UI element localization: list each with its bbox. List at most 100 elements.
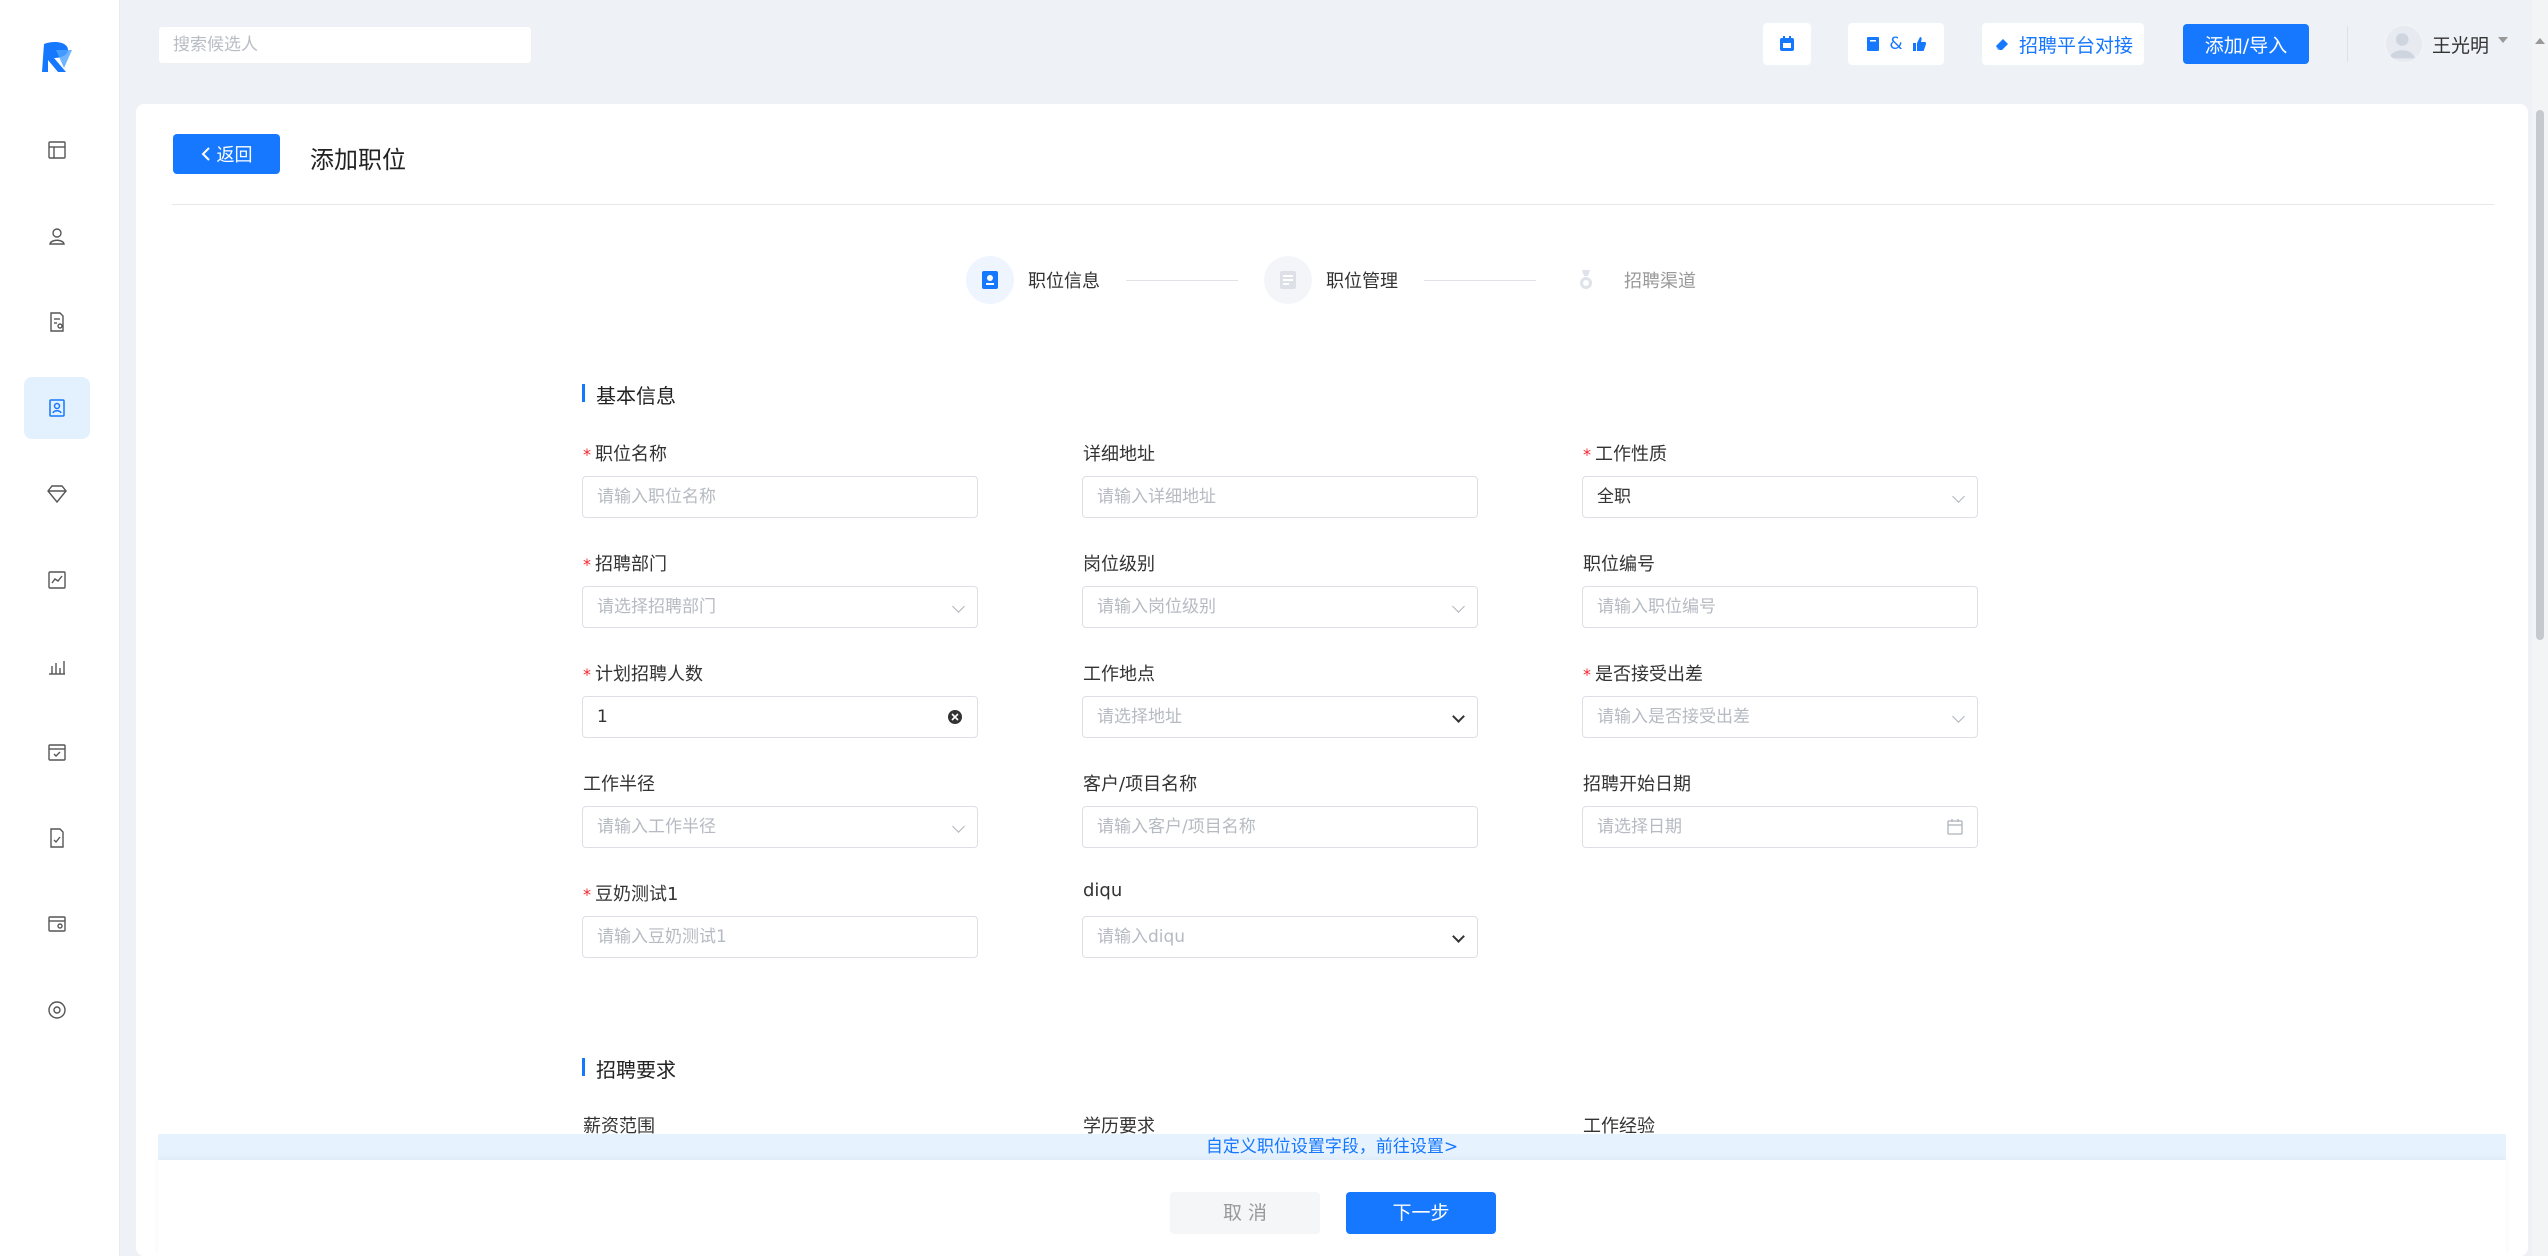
- bar-chart-icon: [49, 661, 65, 675]
- field-label: 客户/项目名称: [1083, 774, 1198, 795]
- nav-documents[interactable]: [24, 807, 90, 869]
- step-connector: [1126, 280, 1238, 281]
- nav-jobs[interactable]: [24, 377, 90, 439]
- step-job-info[interactable]: 职位信息: [966, 256, 1100, 304]
- eraser-icon: [1995, 39, 2008, 50]
- document-icon: [50, 828, 64, 848]
- client-project-input[interactable]: 请输入客户/项目名称: [1082, 806, 1478, 848]
- calendar-check-icon: [48, 744, 66, 761]
- nav-candidates[interactable]: [24, 205, 90, 267]
- back-label: 返回: [216, 145, 253, 166]
- chevron-down-icon: [952, 820, 965, 833]
- add-import-button[interactable]: 添加/导入: [2183, 24, 2309, 64]
- nav-reports[interactable]: [24, 635, 90, 697]
- business-trip-select[interactable]: 请输入是否接受出差: [1582, 696, 1978, 738]
- topbar-divider: [2347, 26, 2348, 62]
- diqu-select[interactable]: 请输入diqu: [1082, 916, 1478, 958]
- scroll-up-arrow-icon[interactable]: [2535, 38, 2545, 44]
- nav-analytics[interactable]: [24, 549, 90, 611]
- logo[interactable]: [38, 38, 76, 76]
- user-icon: [49, 228, 65, 245]
- step-job-management-label: 职位管理: [1326, 271, 1398, 292]
- section-requirements-title: 招聘要求: [582, 1054, 676, 1083]
- header-divider: [172, 204, 2494, 205]
- next-step-button[interactable]: 下一步: [1346, 1192, 1496, 1234]
- field-label: diqu: [1083, 880, 1123, 901]
- footer-actions: 取 消 下一步: [158, 1160, 2506, 1256]
- job-icon: [49, 399, 65, 417]
- sidebar: [0, 0, 120, 1256]
- search-input[interactable]: 搜索候选人: [158, 26, 532, 64]
- book-icon: [1867, 37, 1880, 51]
- chevron-down-icon: [1452, 600, 1465, 613]
- step-connector: [1424, 280, 1536, 281]
- nav-settings[interactable]: [24, 979, 90, 1041]
- chevron-down-icon: [952, 600, 965, 613]
- field-label: 岗位级别: [1083, 554, 1155, 575]
- step-job-management-icon: [1264, 256, 1312, 304]
- step-recruit-channel-icon: [1562, 256, 1610, 304]
- detail-address-input[interactable]: 请输入详细地址: [1082, 476, 1478, 518]
- custom-fields-link[interactable]: 自定义职位设置字段，前往设置>: [158, 1134, 2506, 1160]
- calendar-icon: [1780, 36, 1794, 51]
- job-name-input[interactable]: 请输入职位名称: [582, 476, 978, 518]
- resume-icon: [50, 312, 64, 332]
- nav-resumes[interactable]: [24, 291, 90, 353]
- scrollbar-thumb[interactable]: [2536, 110, 2544, 640]
- chevron-down-icon: [1952, 710, 1965, 723]
- avatar[interactable]: [2384, 24, 2424, 64]
- chart-icon: [48, 571, 66, 589]
- calendar-button[interactable]: [1763, 23, 1811, 65]
- field-label: 详细地址: [1083, 444, 1155, 465]
- work-location-select[interactable]: 请选择地址: [1082, 696, 1478, 738]
- user-name[interactable]: 王光明: [2432, 31, 2489, 58]
- start-date-picker[interactable]: 请选择日期: [1582, 806, 1978, 848]
- page-title: 添加职位: [310, 146, 406, 174]
- thumb-up-icon: [1912, 37, 1926, 51]
- clear-icon[interactable]: [945, 707, 965, 727]
- field-label: 工作半径: [583, 774, 655, 795]
- job-level-select[interactable]: 请输入岗位级别: [1082, 586, 1478, 628]
- nav-archive[interactable]: [24, 893, 90, 955]
- topbar: 搜索候选人 & 招聘平台对接 添加/导入 王光明: [120, 0, 2548, 90]
- step-job-management[interactable]: 职位管理: [1264, 256, 1398, 304]
- chevron-down-icon: [1952, 490, 1965, 503]
- diamond-icon: [47, 485, 67, 504]
- job-code-input[interactable]: 请输入职位编号: [1582, 586, 1978, 628]
- work-radius-select[interactable]: 请输入工作半径: [582, 806, 978, 848]
- field-label: * 是否接受出差: [1583, 664, 1703, 685]
- field-label: * 职位名称: [583, 444, 667, 465]
- nav-dashboard[interactable]: [24, 119, 90, 181]
- field-label: 职位编号: [1583, 554, 1655, 575]
- field-label: * 工作性质: [1583, 444, 1667, 465]
- job-type-select[interactable]: 全职: [1582, 476, 1978, 518]
- nav-talent[interactable]: [24, 463, 90, 525]
- resume-like-button[interactable]: &: [1848, 23, 1944, 65]
- platform-integration-button[interactable]: 招聘平台对接: [1982, 23, 2144, 65]
- department-select[interactable]: 请选择招聘部门: [582, 586, 978, 628]
- step-recruit-channel-label: 招聘渠道: [1624, 271, 1696, 292]
- field-label: * 招聘部门: [583, 554, 667, 575]
- field-label: 工作地点: [1083, 664, 1155, 685]
- field-label: 招聘开始日期: [1583, 774, 1691, 795]
- user-menu-caret-icon[interactable]: [2498, 37, 2508, 43]
- custom-test-input[interactable]: 请输入豆奶测试1: [582, 916, 978, 958]
- step-recruit-channel[interactable]: 招聘渠道: [1562, 256, 1696, 304]
- headcount-input[interactable]: 1: [582, 696, 978, 738]
- chevron-left-icon: [201, 147, 210, 161]
- step-job-info-icon: [966, 256, 1014, 304]
- nav-interviews[interactable]: [24, 721, 90, 783]
- calendar-icon: [1947, 819, 1963, 835]
- settings-icon: [48, 1001, 66, 1019]
- folder-icon: [48, 916, 66, 932]
- step-job-info-label: 职位信息: [1028, 271, 1100, 292]
- combo-symbol: &: [1889, 34, 1903, 54]
- field-label: * 计划招聘人数: [583, 664, 703, 685]
- chevron-down-icon: [1452, 930, 1465, 943]
- field-label: * 豆奶测试1: [583, 884, 679, 905]
- back-button[interactable]: 返回: [173, 134, 280, 174]
- cancel-button[interactable]: 取 消: [1170, 1192, 1320, 1234]
- chevron-down-icon: [1452, 710, 1465, 723]
- section-basic-info-title: 基本信息: [582, 380, 676, 409]
- platform-label: 招聘平台对接: [2018, 34, 2133, 57]
